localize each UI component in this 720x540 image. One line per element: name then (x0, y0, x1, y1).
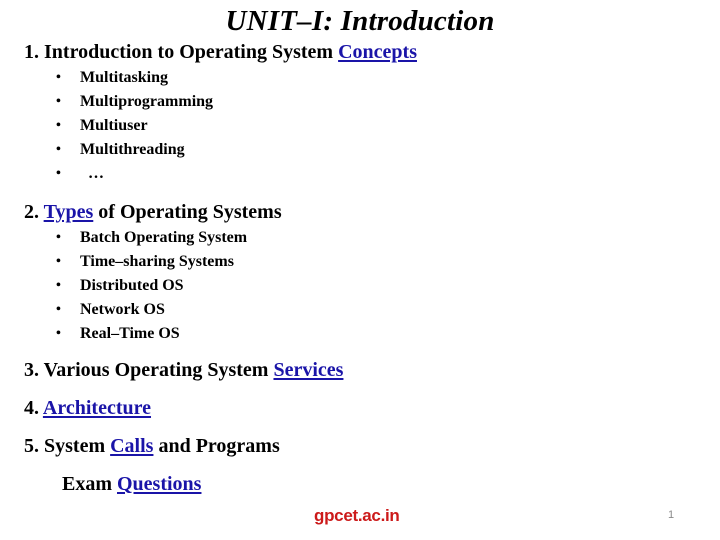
bullet-icon: • (56, 166, 61, 181)
bullet-icon: • (56, 278, 61, 293)
list-item-text: Distributed OS (80, 277, 184, 294)
list-item: • Distributed OS (56, 274, 247, 298)
bullet-icon: • (56, 302, 61, 317)
list-item-text: Time–sharing Systems (80, 253, 234, 270)
services-link[interactable]: Services (273, 359, 343, 381)
section-1-bullet-list: • Multitasking • Multiprogramming • Multius… (56, 66, 213, 186)
bullet-icon: • (56, 70, 61, 85)
list-item-text: Network OS (80, 301, 165, 318)
list-item-text: Multithreading (80, 141, 185, 158)
bullet-icon: • (56, 94, 61, 109)
section-1-heading: 1. Introduction to Operating System Conc… (24, 40, 417, 64)
section-3-heading: 3. Various Operating System Services (24, 358, 343, 382)
calls-link[interactable]: Calls (110, 435, 153, 457)
list-item: • Multitasking (56, 66, 213, 90)
list-item-text: Multitasking (80, 69, 169, 86)
list-item: • … (56, 162, 213, 186)
questions-link[interactable]: Questions (117, 473, 201, 495)
section-5-heading: 5. System Calls and Programs (24, 434, 280, 458)
bullet-icon: • (56, 254, 61, 269)
section-1-prefix: 1. Introduction to Operating System (24, 41, 339, 63)
list-item: • Real–Time OS (56, 322, 247, 346)
list-item-text: Multiprogramming (80, 93, 214, 110)
list-item-text: Real–Time OS (80, 325, 180, 342)
list-item: • Time–sharing Systems (56, 250, 247, 274)
footer-website: gpcet.ac.in (314, 506, 400, 525)
list-item-text: … (80, 165, 104, 182)
list-item: • Multiprogramming (56, 90, 213, 114)
list-item-text: Multiuser (80, 117, 148, 134)
section-3-prefix: 3. Various Operating System (24, 359, 274, 381)
bullet-icon: • (56, 118, 61, 133)
types-link[interactable]: Types (44, 201, 94, 223)
section-2-prefix: 2. (24, 201, 44, 223)
section-5-prefix: 5. System (24, 435, 111, 457)
slide-page-number: 1 (668, 509, 675, 521)
section-2-bullet-list: • Batch Operating System • Time–sharing Sy… (56, 226, 247, 346)
bullet-icon: • (56, 326, 61, 341)
concepts-link[interactable]: Concepts (338, 41, 417, 63)
section-4-prefix: 4. (24, 397, 43, 419)
exam-questions-heading: Exam Questions (62, 472, 201, 496)
bullet-icon: • (56, 230, 61, 245)
bullet-icon: • (56, 142, 61, 157)
list-item: • Batch Operating System (56, 226, 247, 250)
section-4-heading: 4. Architecture (24, 396, 151, 420)
list-item: • Multiuser (56, 114, 213, 138)
exam-prefix: Exam (62, 473, 117, 495)
architecture-link[interactable]: Architecture (43, 397, 151, 419)
list-item: • Multithreading (56, 138, 213, 162)
section-2-suffix: of Operating Systems (93, 201, 282, 223)
section-2-heading: 2. Types of Operating Systems (24, 200, 282, 224)
section-5-suffix: and Programs (153, 435, 280, 457)
list-item: • Network OS (56, 298, 247, 322)
list-item-text: Batch Operating System (80, 229, 248, 246)
slide-title: UNIT–I: Introduction (225, 5, 495, 37)
